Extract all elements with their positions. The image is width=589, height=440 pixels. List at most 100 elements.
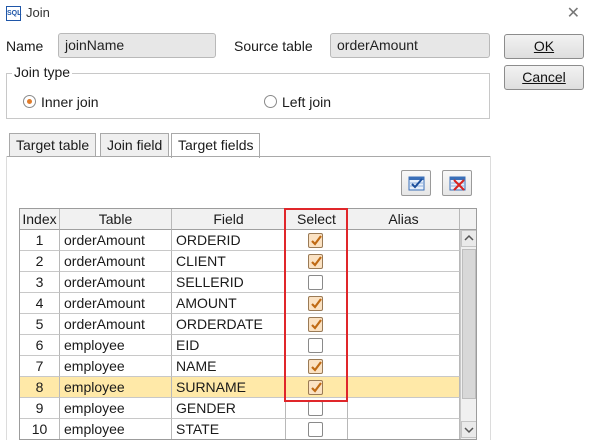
cell-alias[interactable]	[348, 377, 460, 398]
column-header-alias[interactable]: Alias	[348, 209, 460, 230]
cell-field[interactable]: NAME	[172, 356, 286, 377]
name-field[interactable]: joinName	[58, 33, 216, 58]
select-checkbox[interactable]	[308, 380, 323, 395]
cell-field[interactable]: GENDER	[172, 398, 286, 419]
cell-alias[interactable]	[348, 335, 460, 356]
cell-table[interactable]: orderAmount	[60, 272, 172, 293]
checkmark-icon	[311, 382, 322, 393]
select-checkbox[interactable]	[308, 338, 323, 353]
ok-button[interactable]: OK	[504, 34, 584, 59]
cell-table[interactable]: orderAmount	[60, 230, 172, 251]
cell-table[interactable]: employee	[60, 377, 172, 398]
column-header-index[interactable]: Index	[20, 209, 60, 230]
cell-table[interactable]: orderAmount	[60, 251, 172, 272]
cell-alias[interactable]	[348, 356, 460, 377]
join-type-legend: Join type	[12, 64, 73, 80]
tab-panel-border	[6, 156, 491, 157]
cancel-button[interactable]: Cancel	[504, 65, 584, 90]
cell-select	[286, 272, 348, 293]
panel-right-border	[490, 156, 491, 440]
name-label: Name	[6, 38, 44, 54]
close-icon[interactable]: ✕	[567, 3, 580, 23]
checkmark-icon	[311, 298, 322, 309]
cell-alias[interactable]	[348, 293, 460, 314]
select-checkbox[interactable]	[308, 317, 323, 332]
cell-alias[interactable]	[348, 272, 460, 293]
left-join-label[interactable]: Left join	[282, 94, 331, 110]
cell-table[interactable]: employee	[60, 335, 172, 356]
deselect-all-button[interactable]	[442, 170, 472, 196]
cell-select	[286, 314, 348, 335]
cell-select	[286, 398, 348, 419]
cell-index[interactable]: 3	[20, 272, 60, 293]
cell-field[interactable]: SURNAME	[172, 377, 286, 398]
cell-alias[interactable]	[348, 314, 460, 335]
cell-index[interactable]: 7	[20, 356, 60, 377]
cell-field[interactable]: ORDERDATE	[172, 314, 286, 335]
left-join-radio[interactable]	[264, 95, 277, 108]
cell-index[interactable]: 2	[20, 251, 60, 272]
cell-table[interactable]: employee	[60, 398, 172, 419]
inner-join-radio[interactable]	[23, 95, 36, 108]
app-icon: SQL	[6, 6, 21, 21]
tab-target-table[interactable]: Target table	[9, 133, 97, 157]
column-header-corner	[460, 209, 476, 230]
cell-select	[286, 230, 348, 251]
cancel-label: Cancel	[522, 69, 566, 85]
select-checkbox[interactable]	[308, 359, 323, 374]
chevron-up-icon	[464, 234, 474, 241]
cell-alias[interactable]	[348, 419, 460, 439]
vertical-scrollbar[interactable]	[460, 230, 476, 439]
cell-select	[286, 377, 348, 398]
cell-index[interactable]: 1	[20, 230, 60, 251]
deselect-all-icon	[449, 176, 466, 191]
cell-index[interactable]: 8	[20, 377, 60, 398]
cell-field[interactable]: SELLERID	[172, 272, 286, 293]
cell-select	[286, 335, 348, 356]
cell-select	[286, 356, 348, 377]
cell-table[interactable]: employee	[60, 419, 172, 439]
select-checkbox[interactable]	[308, 275, 323, 290]
select-checkbox[interactable]	[308, 296, 323, 311]
select-checkbox[interactable]	[308, 401, 323, 416]
cell-table[interactable]: orderAmount	[60, 314, 172, 335]
cell-field[interactable]: STATE	[172, 419, 286, 439]
checkmark-icon	[311, 235, 322, 246]
column-header-select[interactable]: Select	[286, 209, 348, 230]
cell-alias[interactable]	[348, 251, 460, 272]
column-header-table[interactable]: Table	[60, 209, 172, 230]
tab-target-fields[interactable]: Target fields	[171, 133, 261, 158]
cell-index[interactable]: 4	[20, 293, 60, 314]
cell-index[interactable]: 10	[20, 419, 60, 439]
title-bar: SQL Join ✕	[0, 0, 589, 27]
tab-join-field[interactable]: Join field	[100, 133, 170, 157]
scroll-up-button[interactable]	[461, 230, 476, 247]
cell-select	[286, 293, 348, 314]
ok-label: OK	[533, 38, 555, 54]
cell-field[interactable]: AMOUNT	[172, 293, 286, 314]
select-all-icon	[408, 176, 425, 191]
cell-index[interactable]: 5	[20, 314, 60, 335]
scroll-down-button[interactable]	[461, 421, 476, 438]
inner-join-label[interactable]: Inner join	[41, 94, 99, 110]
cell-alias[interactable]	[348, 230, 460, 251]
cell-field[interactable]: EID	[172, 335, 286, 356]
select-checkbox[interactable]	[308, 422, 323, 437]
checkmark-icon	[311, 319, 322, 330]
target-fields-table: Index Table Field Select Alias 1 orderAmo…	[19, 208, 477, 440]
cell-index[interactable]: 9	[20, 398, 60, 419]
select-checkbox[interactable]	[308, 233, 323, 248]
cell-field[interactable]: CLIENT	[172, 251, 286, 272]
chevron-down-icon	[464, 427, 474, 434]
cell-index[interactable]: 6	[20, 335, 60, 356]
cell-table[interactable]: employee	[60, 356, 172, 377]
panel-left-border	[6, 156, 7, 440]
select-all-button[interactable]	[401, 170, 431, 196]
select-checkbox[interactable]	[308, 254, 323, 269]
cell-field[interactable]: ORDERID	[172, 230, 286, 251]
source-table-field[interactable]: orderAmount	[330, 33, 490, 58]
cell-table[interactable]: orderAmount	[60, 293, 172, 314]
scroll-thumb[interactable]	[462, 249, 476, 399]
column-header-field[interactable]: Field	[172, 209, 286, 230]
cell-alias[interactable]	[348, 398, 460, 419]
